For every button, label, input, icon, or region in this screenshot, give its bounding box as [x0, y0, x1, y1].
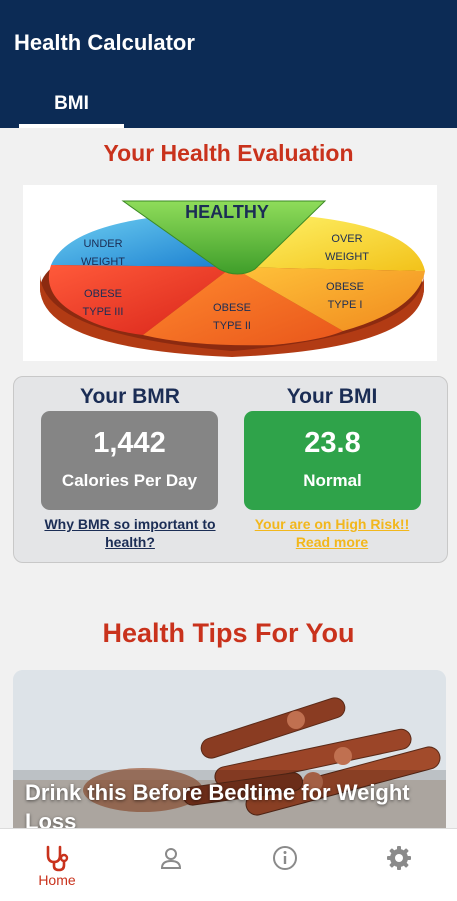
tip-card-title: Drink this Before Bedtime for Weight Los… [25, 780, 410, 830]
info-icon [273, 846, 297, 870]
app-bar: Health Calculator BMI [0, 0, 457, 128]
label-obese1-1: OBESE [326, 281, 364, 293]
bmi-heading: Your BMI [286, 385, 378, 408]
label-under-1: UNDER [83, 238, 122, 250]
label-over-2: WEIGHT [325, 251, 369, 263]
tab-bmi[interactable]: BMI [19, 86, 124, 128]
label-healthy: HEALTHY [185, 202, 269, 222]
label-over-1: OVER [331, 233, 362, 245]
evaluation-title: Your Health Evaluation [103, 140, 354, 166]
bottom-navigation: Home [0, 828, 457, 901]
nav-settings[interactable] [342, 829, 456, 901]
label-obese3-1: OBESE [84, 288, 122, 300]
bmi-category-pie: HEALTHY UNDER WEIGHT OVER WEIGHT OBESE T… [40, 200, 425, 357]
person-icon [160, 848, 182, 869]
label-under-2: WEIGHT [81, 256, 125, 268]
nav-home[interactable]: Home [0, 829, 114, 901]
bmi-status: Normal [303, 471, 362, 490]
label-obese1-2: TYPE I [328, 299, 363, 311]
bmr-info-link[interactable]: Why BMR so important to health? [40, 515, 220, 551]
health-evaluation-chart: HEALTHY UNDER WEIGHT OVER WEIGHT OBESE T… [23, 185, 437, 361]
stats-card: Your BMR Your BMI 1,442 Calories Per Day… [13, 376, 448, 563]
app-title: Health Calculator [14, 30, 195, 55]
health-tips-title: Health Tips For You [102, 618, 355, 648]
label-obese2-1: OBESE [213, 302, 251, 314]
bmr-box: 1,442 Calories Per Day [41, 411, 218, 510]
nav-info[interactable] [228, 829, 342, 901]
nav-profile[interactable] [114, 829, 228, 901]
bmi-box: 23.8 Normal [244, 411, 421, 510]
bmr-heading: Your BMR [80, 385, 180, 408]
gear-icon [387, 846, 411, 870]
label-obese3-2: TYPE III [83, 306, 124, 318]
nav-home-label: Home [38, 872, 76, 888]
bmi-value: 23.8 [304, 427, 361, 459]
label-obese2-2: TYPE II [213, 320, 251, 332]
bmr-value: 1,442 [93, 427, 166, 459]
stethoscope-icon [46, 845, 69, 872]
tab-indicator [19, 124, 124, 128]
bmi-risk-link[interactable]: Your are on High Risk!! Read more [242, 515, 422, 551]
bmr-unit: Calories Per Day [61, 471, 198, 490]
health-tip-card[interactable]: Drink this Before Bedtime for Weight Los… [13, 670, 446, 830]
